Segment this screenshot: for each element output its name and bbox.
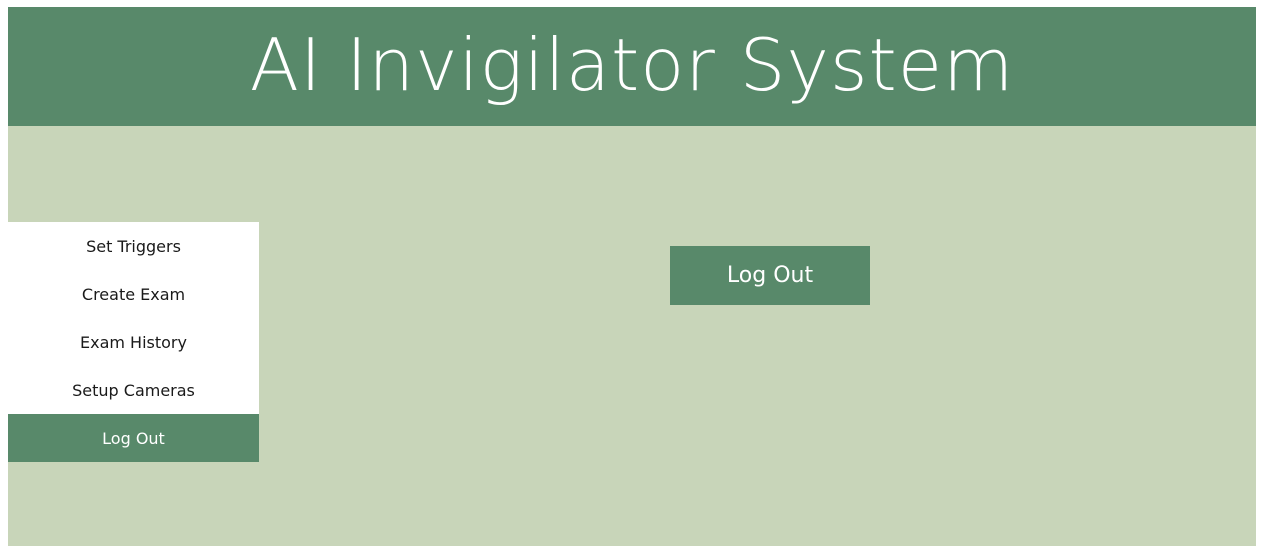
- page-title: AI Invigilator System: [249, 22, 1015, 107]
- sidebar-item-setup-cameras[interactable]: Setup Cameras: [8, 366, 259, 414]
- sidebar-item-set-triggers[interactable]: Set Triggers: [8, 222, 259, 270]
- header-bar: AI Invigilator System: [8, 7, 1256, 126]
- sidebar-item-log-out[interactable]: Log Out: [8, 414, 259, 462]
- log-out-button[interactable]: Log Out: [670, 246, 870, 305]
- sidebar-menu: Set Triggers Create Exam Exam History Se…: [8, 222, 259, 462]
- app-container: AI Invigilator System Set Triggers Creat…: [8, 7, 1256, 546]
- sidebar-item-exam-history[interactable]: Exam History: [8, 318, 259, 366]
- sidebar-item-create-exam[interactable]: Create Exam: [8, 270, 259, 318]
